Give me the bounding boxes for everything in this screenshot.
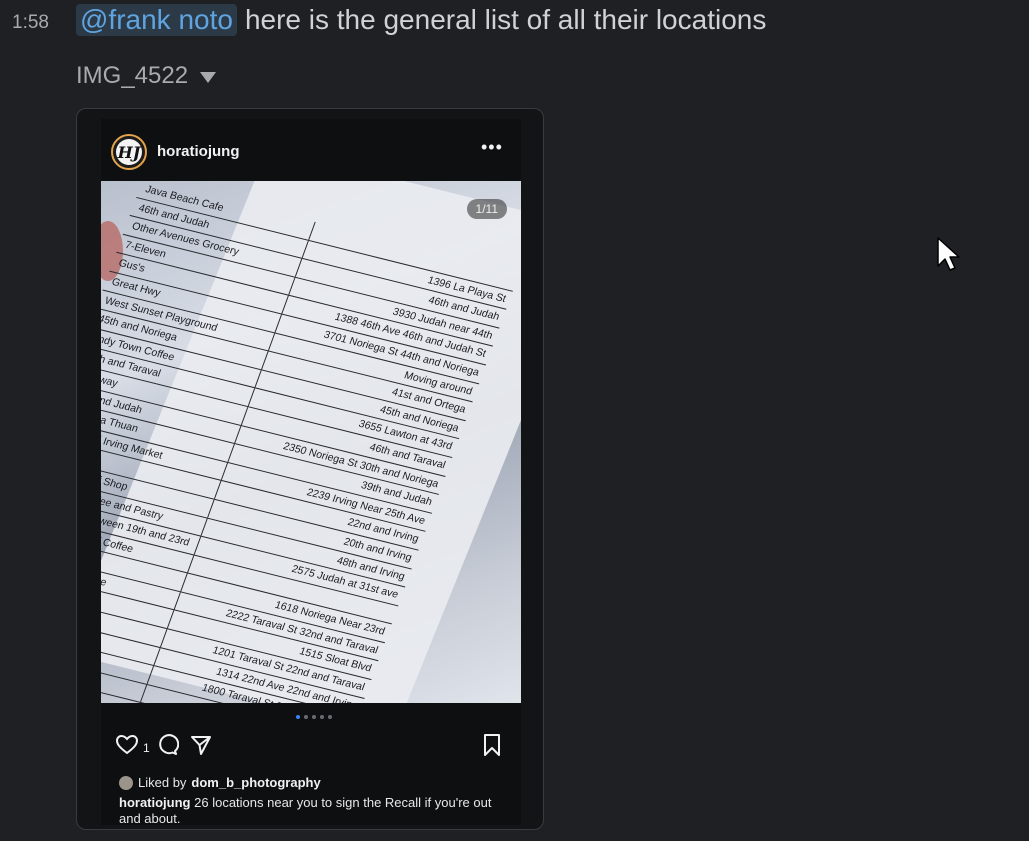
liked-by: Liked by dom_b_photography	[119, 775, 321, 790]
post-caption: horatiojung 26 locations near you to sig…	[119, 795, 509, 827]
more-dots-icon: •••	[481, 137, 503, 157]
like-count: 1	[143, 741, 150, 755]
carousel-dot	[312, 715, 316, 719]
liked-by-user: dom_b_photography	[191, 775, 321, 790]
post-photo: Java Beach Cafe 46th and Judah 1396 La Pla…	[101, 181, 521, 703]
carousel-dots	[296, 715, 332, 719]
post-actions: 1	[115, 733, 511, 761]
comment-icon	[155, 733, 180, 762]
liked-by-avatar	[119, 775, 133, 790]
post-header: HJ horatiojung •••	[101, 119, 521, 181]
attachment-filename[interactable]: IMG_4522	[76, 62, 188, 90]
mouse-cursor-icon	[936, 236, 962, 279]
message-body: here is the general list of all their lo…	[244, 4, 767, 35]
carousel-dot	[320, 715, 324, 719]
message-text: @frank noto here is the general list of …	[76, 4, 766, 36]
caption-username: horatiojung	[119, 795, 191, 810]
avatar: HJ	[111, 134, 147, 170]
heart-icon	[115, 733, 139, 762]
user-mention[interactable]: @frank noto	[76, 4, 237, 36]
avatar-initials: HJ	[116, 139, 142, 165]
page-indicator: 1/11	[466, 199, 507, 219]
chevron-down-icon[interactable]	[200, 72, 217, 83]
carousel-dot	[296, 715, 300, 719]
attachment-title[interactable]: IMG_4522	[76, 62, 217, 90]
message-timestamp[interactable]: 1:58	[12, 12, 49, 34]
liked-by-prefix: Liked by	[138, 775, 187, 790]
carousel-dot	[304, 715, 308, 719]
share-icon	[189, 733, 213, 762]
bookmark-icon	[481, 733, 503, 762]
carousel-dot	[328, 715, 332, 719]
instagram-post-screenshot: HJ horatiojung ••• Java Beach Cafe 46th a…	[101, 119, 521, 827]
image-attachment[interactable]: HJ horatiojung ••• Java Beach Cafe 46th a…	[76, 108, 544, 830]
post-username: horatiojung	[157, 143, 240, 160]
message-row: 1:58 @frank noto here is the general lis…	[0, 0, 1029, 841]
locations-table: Java Beach Cafe 46th and Judah 1396 La Pla…	[101, 181, 520, 703]
